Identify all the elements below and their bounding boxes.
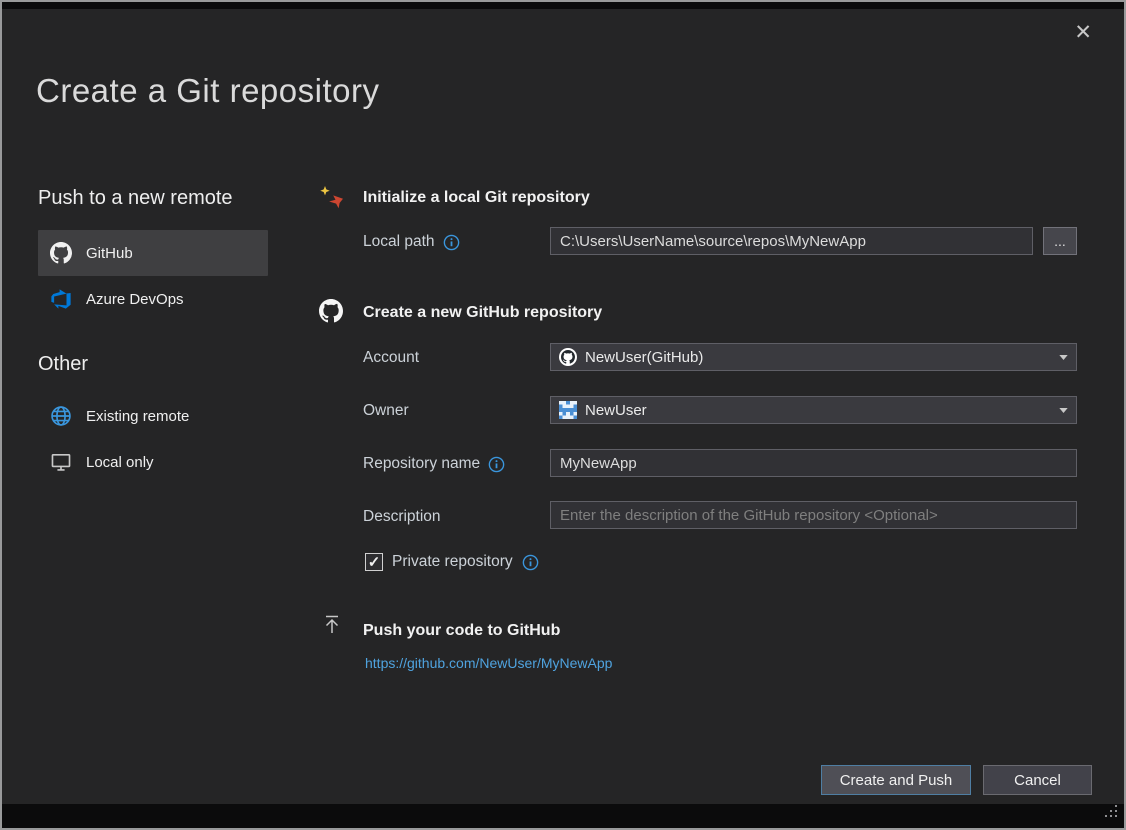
private-repository-label[interactable]: Private repository <box>392 553 513 571</box>
globe-icon <box>50 405 72 427</box>
cancel-button[interactable]: Cancel <box>983 765 1092 795</box>
sidebar: Push to a new remote GitHub Azure DevOps… <box>38 185 268 485</box>
upload-icon <box>321 613 343 635</box>
private-repository-checkbox[interactable] <box>365 553 383 571</box>
info-icon[interactable] <box>522 554 539 571</box>
sidebar-item-github[interactable]: GitHub <box>38 230 268 276</box>
initialize-section-title: Initialize a local Git repository <box>363 189 590 207</box>
sidebar-item-label: Local only <box>86 454 154 471</box>
repository-url-link[interactable]: https://github.com/NewUser/MyNewApp <box>365 655 612 671</box>
github-icon <box>319 299 343 323</box>
repository-name-input[interactable] <box>550 449 1077 477</box>
sidebar-item-local-only[interactable]: Local only <box>38 439 268 485</box>
account-label: Account <box>363 349 419 367</box>
close-icon: ✕ <box>1074 21 1092 44</box>
local-path-input[interactable] <box>550 227 1033 255</box>
push-to-new-remote-heading: Push to a new remote <box>38 185 268 211</box>
window-top-edge <box>2 2 1124 9</box>
github-icon <box>50 242 72 264</box>
sidebar-item-label: GitHub <box>86 245 133 262</box>
owner-dropdown[interactable]: NewUser <box>550 396 1077 424</box>
sidebar-item-existing-remote[interactable]: Existing remote <box>38 393 268 439</box>
account-value: NewUser(GitHub) <box>585 349 1051 366</box>
info-icon[interactable] <box>488 456 505 473</box>
push-section-title: Push your code to GitHub <box>363 622 560 640</box>
close-button[interactable]: ✕ <box>1068 18 1098 47</box>
browse-button[interactable]: ... <box>1043 227 1077 255</box>
chevron-down-icon <box>1059 355 1068 360</box>
account-dropdown[interactable]: NewUser(GitHub) <box>550 343 1077 371</box>
resize-grip-icon[interactable] <box>1103 803 1119 824</box>
github-section-title: Create a new GitHub repository <box>363 304 602 322</box>
window-bottom-edge <box>2 804 1124 828</box>
new-repository-icon <box>318 185 344 211</box>
other-heading: Other <box>38 351 268 377</box>
sidebar-item-azure-devops[interactable]: Azure DevOps <box>38 276 268 322</box>
description-input[interactable] <box>550 501 1077 529</box>
owner-identicon-icon <box>559 401 577 419</box>
chevron-down-icon <box>1059 408 1068 413</box>
main-content: Initialize a local Git repository Local … <box>318 185 1090 745</box>
create-and-push-button[interactable]: Create and Push <box>821 765 971 795</box>
create-git-repository-dialog: ✕ Create a Git repository Push to a new … <box>0 0 1126 830</box>
info-icon[interactable] <box>443 234 460 251</box>
repository-name-label: Repository name <box>363 455 480 473</box>
owner-label: Owner <box>363 402 409 420</box>
sidebar-item-label: Azure DevOps <box>86 291 184 308</box>
github-avatar-icon <box>559 348 577 366</box>
sidebar-item-label: Existing remote <box>86 408 189 425</box>
local-path-label: Local path <box>363 233 435 251</box>
monitor-icon <box>50 451 72 473</box>
azure-devops-icon <box>50 288 72 310</box>
description-label: Description <box>363 508 441 526</box>
owner-value: NewUser <box>585 402 1051 419</box>
dialog-title: Create a Git repository <box>36 72 379 110</box>
